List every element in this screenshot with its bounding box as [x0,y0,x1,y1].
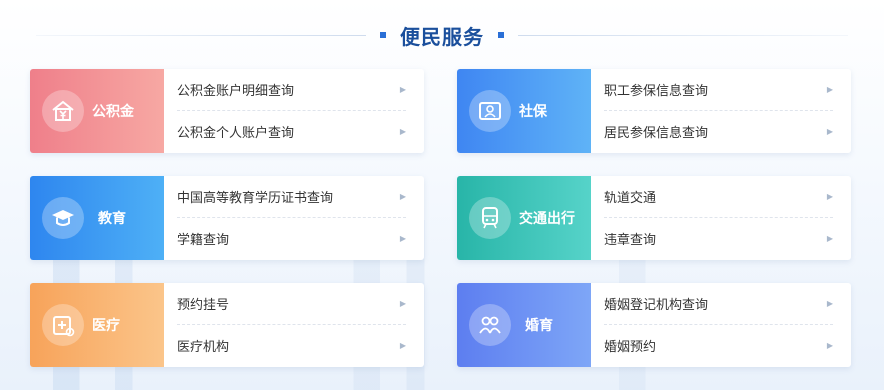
category-panel-housing-fund[interactable]: 公积金 [30,69,164,153]
service-link-medical-institutions[interactable]: 医疗机构 ▶ [177,324,406,366]
service-card-housing-fund: 公积金 公积金账户明细查询 ▶ 公积金个人账户查询 ▶ [30,69,424,153]
service-link-appointment[interactable]: 预约挂号 ▶ [177,283,406,324]
arrow-right-icon: ▶ [826,192,833,201]
people-icon [469,304,511,346]
title-bullet-right [498,32,504,38]
service-card-social-security: 社保 职工参保信息查询 ▶ 居民参保信息查询 ▶ [457,69,851,153]
service-link-marriage-registry[interactable]: 婚姻登记机构查询 ▶ [604,283,833,324]
service-link-label: 公积金个人账户查询 [177,126,295,141]
service-link-label: 婚姻登记机构查询 [604,298,709,313]
service-link-label: 职工参保信息查询 [604,84,709,99]
category-label: 医疗 [92,318,120,334]
divider-line-left [36,34,366,36]
service-link-rail-transit[interactable]: 轨道交通 ▶ [604,176,833,217]
train-icon [469,197,511,239]
service-link-label: 违章查询 [604,233,657,248]
arrow-right-icon: ▶ [399,85,406,94]
arrow-right-icon: ▶ [826,234,833,243]
arrow-right-icon: ▶ [399,127,406,136]
category-label: 教育 [98,211,126,227]
service-link-label: 居民参保信息查询 [604,126,709,141]
service-link-student-status[interactable]: 学籍查询 ▶ [177,217,406,259]
service-link-fund-personal-account[interactable]: 公积金个人账户查询 ▶ [177,110,406,152]
arrow-right-icon: ▶ [399,299,406,308]
category-panel-education[interactable]: 教育 [30,176,164,260]
category-panel-marriage[interactable]: 婚育 [457,283,591,367]
service-card-marriage: 婚育 婚姻登记机构查询 ▶ 婚姻预约 ▶ [457,283,851,367]
service-link-resident-insurance[interactable]: 居民参保信息查询 ▶ [604,110,833,152]
id-card-icon [469,90,511,132]
arrow-right-icon: ▶ [399,234,406,243]
category-label: 社保 [519,104,547,120]
house-yen-icon [42,90,84,132]
category-label: 公积金 [92,104,134,120]
service-link-fund-account-detail[interactable]: 公积金账户明细查询 ▶ [177,69,406,110]
arrow-right-icon: ▶ [399,341,406,350]
category-panel-medical[interactable]: 医疗 [30,283,164,367]
service-link-traffic-violation[interactable]: 违章查询 ▶ [604,217,833,259]
service-link-label: 预约挂号 [177,298,230,313]
service-link-label: 中国高等教育学历证书查询 [177,191,334,206]
service-link-label: 学籍查询 [177,233,230,248]
title-bullet-left [380,32,386,38]
service-card-transport: 交通出行 轨道交通 ▶ 违章查询 ▶ [457,176,851,260]
section-header: 便民服务 [36,20,848,50]
arrow-right-icon: ▶ [826,299,833,308]
service-link-marriage-appointment[interactable]: 婚姻预约 ▶ [604,324,833,366]
section-title: 便民服务 [400,24,484,49]
service-link-label: 轨道交通 [604,191,657,206]
graduation-cap-icon [42,197,84,239]
divider-line-right [518,34,848,36]
service-link-degree-certificate[interactable]: 中国高等教育学历证书查询 ▶ [177,176,406,217]
service-link-employee-insurance[interactable]: 职工参保信息查询 ▶ [604,69,833,110]
service-link-label: 公积金账户明细查询 [177,84,295,99]
service-link-label: 医疗机构 [177,340,230,355]
service-card-medical: 医疗 预约挂号 ▶ 医疗机构 ▶ [30,283,424,367]
service-card-education: 教育 中国高等教育学历证书查询 ▶ 学籍查询 ▶ [30,176,424,260]
medical-kit-icon [42,304,84,346]
arrow-right-icon: ▶ [826,85,833,94]
arrow-right-icon: ▶ [399,192,406,201]
category-panel-transport[interactable]: 交通出行 [457,176,591,260]
service-link-label: 婚姻预约 [604,340,657,355]
category-label: 交通出行 [519,211,575,227]
category-panel-social-security[interactable]: 社保 [457,69,591,153]
arrow-right-icon: ▶ [826,127,833,136]
arrow-right-icon: ▶ [826,341,833,350]
category-label: 婚育 [525,318,553,334]
